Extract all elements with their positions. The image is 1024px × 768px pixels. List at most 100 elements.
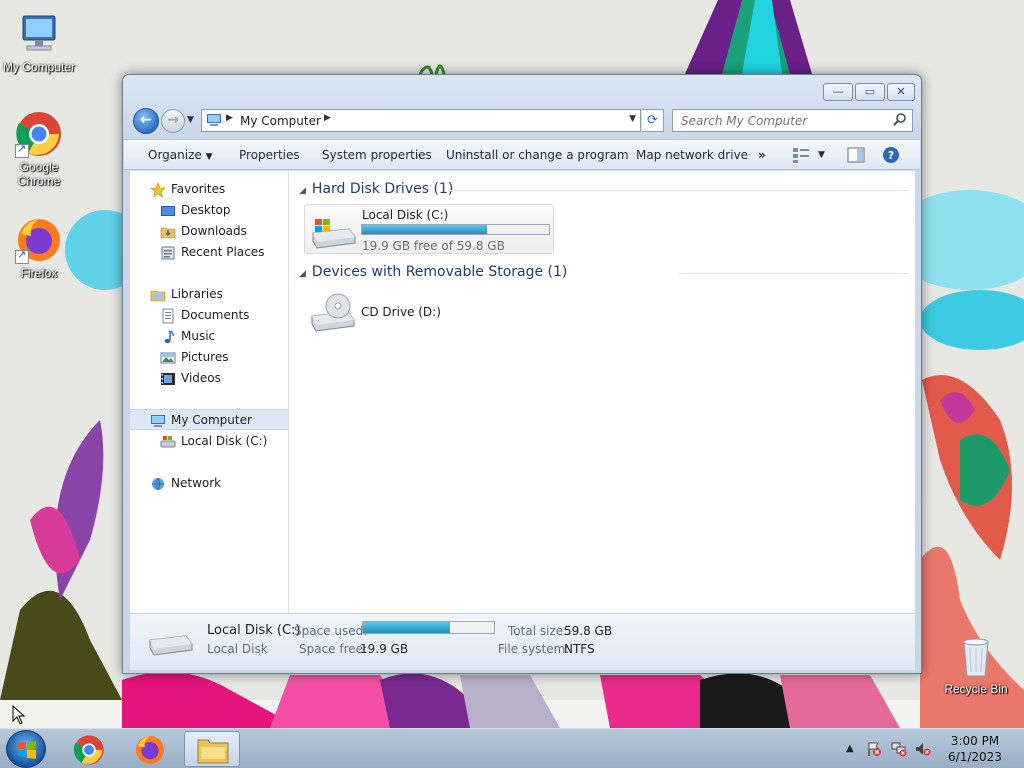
close-button[interactable]: ✕ xyxy=(887,83,915,101)
desktop-icon-label: Google Chrome xyxy=(17,160,61,188)
nav-videos[interactable]: Videos xyxy=(130,368,288,389)
explorer-window[interactable]: — ▭ ✕ ← → ▼ ▶ My Computer ▶ ▼ ⟳ Organize… xyxy=(122,74,922,674)
nav-libraries[interactable]: Libraries xyxy=(130,284,288,305)
file-system-value: NTFS xyxy=(564,642,595,656)
refresh-button[interactable]: ⟳ xyxy=(642,109,664,132)
navigation-pane: Favorites Desktop Downloads Recent Place… xyxy=(130,171,289,613)
nav-label: Desktop xyxy=(181,203,231,217)
mouse-cursor-icon xyxy=(12,705,26,725)
nav-my-computer[interactable]: My Computer xyxy=(130,409,288,430)
start-button[interactable] xyxy=(6,730,46,768)
recent-places-icon xyxy=(161,246,175,260)
nav-label: Music xyxy=(181,329,216,343)
libraries-icon xyxy=(150,290,166,302)
recent-pages-dropdown[interactable]: ▼ xyxy=(187,115,194,125)
organize-menu[interactable]: Organize ▼ xyxy=(148,148,213,162)
desktop-icon-google-chrome[interactable]: Google Chrome xyxy=(1,110,77,188)
uninstall-program-button[interactable]: Uninstall or change a program xyxy=(446,148,629,162)
view-options-dropdown-icon[interactable]: ▼ xyxy=(818,150,825,160)
show-hidden-icons-icon[interactable]: ▲ xyxy=(846,743,854,754)
properties-button[interactable]: Properties xyxy=(239,148,300,162)
action-center-flag-icon[interactable] xyxy=(866,741,882,757)
organize-label: Organize xyxy=(148,148,202,162)
nav-music[interactable]: Music xyxy=(130,326,288,347)
shortcut-arrow-icon xyxy=(15,142,29,158)
nav-recent-places[interactable]: Recent Places xyxy=(130,242,288,263)
details-pane: Local Disk (C:) Local Disk Space used: S… xyxy=(130,613,915,670)
local-disk-icon xyxy=(149,635,193,656)
nav-documents[interactable]: Documents xyxy=(130,305,288,326)
drive-tile-local-disk-c[interactable]: Local Disk (C:) 19.9 GB free of 59.8 GB xyxy=(304,204,554,254)
shortcut-arrow-icon xyxy=(15,248,29,264)
details-item-name: Local Disk (C:) xyxy=(207,623,301,638)
svg-text:?: ? xyxy=(888,149,894,162)
nav-pictures[interactable]: Pictures xyxy=(130,347,288,368)
group-divider xyxy=(679,273,909,274)
breadcrumb-separator-icon[interactable]: ▶ xyxy=(324,113,331,123)
file-system-label: File system: xyxy=(498,642,570,656)
drive-usage-fill xyxy=(362,225,487,234)
system-clock[interactable]: 3:00 PM 6/1/2023 xyxy=(930,733,1020,765)
details-item-type: Local Disk xyxy=(207,642,268,656)
more-commands-button[interactable]: » xyxy=(758,148,766,162)
forward-button[interactable]: → xyxy=(161,109,185,133)
address-bar[interactable]: ▶ My Computer ▶ ▼ xyxy=(201,109,641,132)
minimize-icon: — xyxy=(832,85,844,98)
system-properties-button[interactable]: System properties xyxy=(322,148,432,162)
space-free-value: 19.9 GB xyxy=(360,642,409,656)
group-header-hard-disk-drives[interactable]: ◢ Hard Disk Drives (1) xyxy=(299,181,453,197)
breadcrumb-my-computer[interactable]: My Computer xyxy=(240,114,321,128)
content-pane: ◢ Hard Disk Drives (1) Local Disk (C:) 19… xyxy=(289,171,915,613)
nav-downloads[interactable]: Downloads xyxy=(130,221,288,242)
maximize-button[interactable]: ▭ xyxy=(855,83,885,101)
back-arrow-icon: ← xyxy=(140,112,152,128)
collapse-triangle-icon: ◢ xyxy=(299,269,306,279)
taskbar: ▲ 3:00 PM 6/1/2023 xyxy=(0,728,1024,768)
back-button[interactable]: ← xyxy=(133,108,159,134)
music-icon xyxy=(164,330,174,344)
documents-icon xyxy=(162,308,174,324)
drive-name: CD Drive (D:) xyxy=(361,305,441,319)
downloads-folder-icon xyxy=(160,227,176,239)
desktop-icon-firefox[interactable]: Firefox xyxy=(1,216,77,280)
close-icon: ✕ xyxy=(896,85,906,98)
folder-icon xyxy=(197,739,229,764)
drive-free-space-text: 19.9 GB free of 59.8 GB xyxy=(362,239,505,253)
taskbar-firefox-button[interactable] xyxy=(122,731,178,767)
space-used-fill xyxy=(363,622,451,633)
recycle-bin-icon xyxy=(952,632,1000,680)
nav-network[interactable]: Network xyxy=(130,473,288,494)
address-history-dropdown-icon[interactable]: ▼ xyxy=(629,114,636,124)
cd-drive-icon xyxy=(311,293,355,332)
taskbar-explorer-button[interactable] xyxy=(184,731,240,767)
nav-label: Videos xyxy=(181,371,221,385)
nav-local-disk-c[interactable]: Local Disk (C:) xyxy=(130,431,288,452)
nav-label: My Computer xyxy=(171,413,252,427)
drive-tile-cd-drive-d[interactable]: CD Drive (D:) xyxy=(304,287,554,337)
chrome-icon xyxy=(73,735,104,765)
desktop-icon-label: Recycle Bin xyxy=(944,682,1008,696)
nav-label: Recent Places xyxy=(181,245,265,259)
search-icon[interactable] xyxy=(892,112,908,128)
group-header-removable-storage[interactable]: ◢ Devices with Removable Storage (1) xyxy=(299,264,567,280)
search-input[interactable] xyxy=(679,111,889,131)
computer-icon xyxy=(15,10,63,58)
desktop-icon-recycle-bin[interactable]: Recycle Bin xyxy=(938,632,1014,696)
help-icon[interactable]: ? xyxy=(882,146,900,164)
map-network-drive-button[interactable]: Map network drive xyxy=(636,148,748,162)
change-view-icon[interactable] xyxy=(792,146,812,164)
breadcrumb-separator-icon[interactable]: ▶ xyxy=(226,113,233,123)
refresh-icon: ⟳ xyxy=(647,113,658,128)
taskbar-chrome-button[interactable] xyxy=(62,731,118,767)
network-status-icon[interactable] xyxy=(890,741,908,757)
minimize-button[interactable]: — xyxy=(823,83,853,101)
command-bar: Organize ▼ Properties System properties … xyxy=(124,139,920,170)
desktop-icon-my-computer[interactable]: My Computer xyxy=(1,10,77,74)
nav-favorites[interactable]: Favorites xyxy=(130,179,288,200)
nav-desktop[interactable]: Desktop xyxy=(130,200,288,221)
search-box[interactable] xyxy=(672,109,913,132)
preview-pane-icon[interactable] xyxy=(847,146,865,164)
nav-label: Network xyxy=(171,476,222,490)
desktop-icon-label: My Computer xyxy=(2,60,76,74)
chrome-icon xyxy=(15,110,63,158)
